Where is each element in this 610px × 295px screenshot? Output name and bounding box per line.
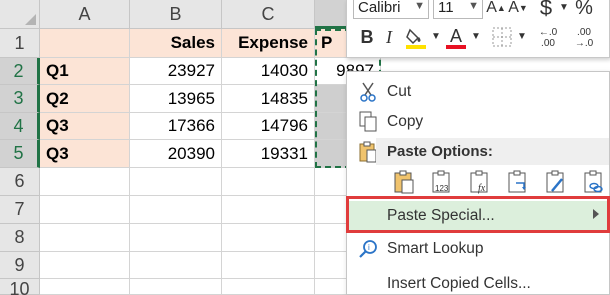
row-header-2[interactable]: 2 [0, 58, 40, 85]
cell-b5[interactable]: 20390 [130, 140, 222, 168]
paste-values-icon[interactable]: 123 [423, 168, 461, 196]
cell-b4[interactable]: 17366 [130, 113, 222, 140]
fill-color-button[interactable] [403, 24, 429, 50]
menu-item-cut[interactable]: Cut [347, 78, 609, 106]
menu-item-insert-copied-cells[interactable]: Insert Copied Cells... [347, 270, 609, 295]
bold-button[interactable]: B [357, 26, 377, 48]
submenu-arrow-icon [593, 209, 599, 219]
cell-c9[interactable] [222, 252, 315, 279]
cell-c7[interactable] [222, 196, 315, 224]
chevron-down-icon: ▼ [414, 0, 425, 12]
paste-options-header: Paste Options: [376, 138, 609, 165]
cell-c5[interactable]: 19331 [222, 140, 315, 168]
cell-b8[interactable] [130, 224, 222, 252]
italic-button[interactable]: I [379, 26, 399, 48]
cell-b7[interactable] [130, 196, 222, 224]
cell-b1[interactable]: Sales [130, 29, 222, 58]
cell-a7[interactable] [40, 196, 130, 224]
cell-a10[interactable] [40, 279, 130, 295]
chevron-down-icon[interactable]: ▼ [471, 28, 481, 46]
cell-a2[interactable]: Q1 [40, 58, 130, 85]
row-header-8[interactable]: 8 [0, 224, 40, 252]
cell-a9[interactable] [40, 252, 130, 279]
cell-c10[interactable] [222, 279, 315, 295]
copy-icon [357, 111, 379, 133]
menu-label-paste-special: Paste Special... [387, 207, 495, 224]
menu-label-cut: Cut [387, 83, 412, 100]
context-menu: Cut Copy Paste Options: 123 fx Paste Spe… [346, 71, 610, 295]
cell-b9[interactable] [130, 252, 222, 279]
cell-a1[interactable] [40, 29, 130, 58]
borders-icon [492, 27, 512, 47]
row-header-3[interactable]: 3 [0, 85, 40, 113]
smart-lookup-icon: i [357, 238, 379, 260]
svg-text:A: A [450, 26, 462, 46]
cell-b10[interactable] [130, 279, 222, 295]
font-name-box[interactable]: Calibri ▼ [353, 0, 429, 19]
paste-transpose-icon[interactable] [499, 168, 537, 196]
font-color-button[interactable]: A [443, 24, 469, 50]
percent-button[interactable]: % [573, 0, 595, 18]
cell-c3[interactable]: 14835 [222, 85, 315, 113]
currency-button[interactable]: $ [535, 0, 557, 19]
cell-a3[interactable]: Q2 [40, 85, 130, 113]
svg-text:fx: fx [478, 183, 486, 194]
svg-text:i: i [368, 243, 370, 252]
decrease-font-icon[interactable]: A ▼ [507, 0, 529, 18]
menu-item-paste-special[interactable]: Paste Special... [347, 201, 609, 231]
cell-b6[interactable] [130, 168, 222, 196]
column-header-b[interactable]: B [130, 0, 222, 29]
font-name-value: Calibri [358, 0, 401, 16]
cell-a4[interactable]: Q3 [40, 113, 130, 140]
column-header-c[interactable]: C [222, 0, 315, 29]
row-header-4[interactable]: 4 [0, 113, 40, 140]
cell-c1[interactable]: Expense [222, 29, 315, 58]
cell-c4[interactable]: 14796 [222, 113, 315, 140]
row-header-7[interactable]: 7 [0, 196, 40, 224]
cell-b3[interactable]: 13965 [130, 85, 222, 113]
paste-formulas-icon[interactable]: fx [461, 168, 499, 196]
increase-decimal-icon[interactable]: ←.0.00 [533, 24, 563, 52]
row-header-9[interactable]: 9 [0, 252, 40, 279]
row-header-1[interactable]: 1 [0, 29, 40, 58]
font-size-value: 11 [438, 0, 454, 16]
menu-label-copy: Copy [387, 113, 424, 130]
cell-a5[interactable]: Q3 [40, 140, 130, 168]
paste-icon[interactable] [385, 168, 423, 196]
chevron-down-icon[interactable]: ▼ [517, 28, 527, 46]
row-header-6[interactable]: 6 [0, 168, 40, 196]
font-color-icon: A [446, 26, 466, 49]
scissors-icon [357, 81, 379, 103]
cell-c8[interactable] [222, 224, 315, 252]
font-size-box[interactable]: 11 ▼ [433, 0, 483, 19]
select-all-corner[interactable] [0, 0, 40, 29]
menu-label-smart-lookup: Smart Lookup [387, 240, 484, 257]
menu-item-copy[interactable]: Copy [347, 108, 609, 136]
borders-button[interactable] [489, 24, 515, 50]
cell-a6[interactable] [40, 168, 130, 196]
chevron-down-icon[interactable]: ▼ [559, 0, 569, 18]
cell-b2[interactable]: 23927 [130, 58, 222, 85]
increase-font-icon[interactable]: A ▲ [485, 0, 507, 18]
paste-formatting-icon[interactable] [537, 168, 575, 196]
cell-c2[interactable]: 14030 [222, 58, 315, 85]
paste-options-row: 123 fx [385, 168, 610, 198]
fill-bucket-icon [406, 28, 426, 49]
row-header-10[interactable]: 10 [0, 279, 40, 295]
chevron-down-icon: ▼ [468, 0, 479, 12]
menu-item-smart-lookup[interactable]: i Smart Lookup [347, 235, 609, 263]
mini-toolbar: Calibri ▼ 11 ▼ A ▲ A ▼ $ ▼ % B I ▼ A ▼ ▼ ←… [346, 0, 610, 58]
row-header-5[interactable]: 5 [0, 140, 40, 168]
svg-text:123: 123 [435, 184, 449, 193]
chevron-down-icon[interactable]: ▼ [431, 28, 441, 46]
select-all-icon [25, 14, 36, 25]
paste-options-icon-slot [347, 138, 377, 166]
cell-c6[interactable] [222, 168, 315, 196]
column-header-a[interactable]: A [40, 0, 130, 29]
cell-a8[interactable] [40, 224, 130, 252]
decrease-decimal-icon[interactable]: .00 →.0 [569, 24, 599, 52]
paste-link-icon[interactable] [575, 168, 610, 196]
menu-label-insert-copied-cells: Insert Copied Cells... [387, 275, 531, 292]
